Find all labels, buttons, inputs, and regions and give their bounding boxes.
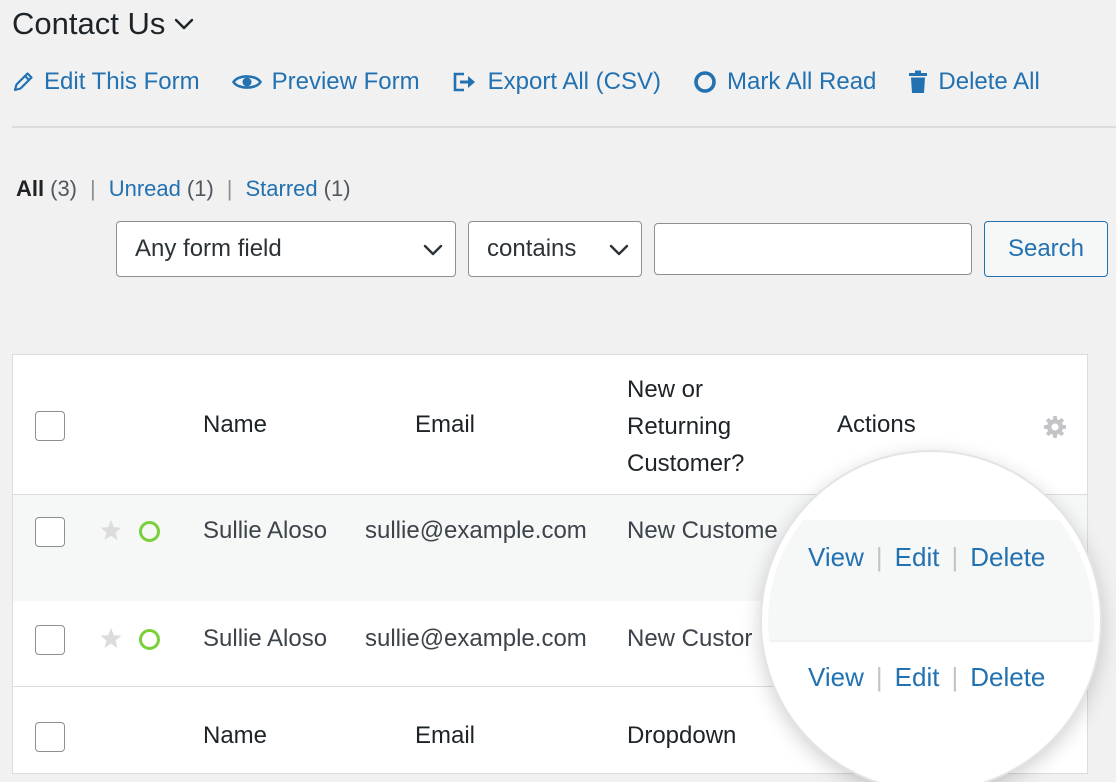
trash-icon: [908, 70, 928, 94]
pencil-icon: [12, 71, 34, 93]
filter-separator: |: [90, 176, 96, 201]
delete-entry-link[interactable]: Delete: [970, 542, 1045, 573]
header-divider: [12, 126, 1116, 128]
column-customer-line: Customer?: [627, 450, 745, 477]
edit-entry-link[interactable]: Edit: [895, 662, 940, 693]
mark-all-read-link[interactable]: Mark All Read: [693, 68, 876, 96]
filter-separator: |: [226, 176, 233, 201]
column-email[interactable]: Email: [415, 722, 475, 750]
search-button[interactable]: Search: [984, 221, 1108, 277]
unread-status-icon[interactable]: [139, 629, 160, 650]
operator-select-value: contains: [487, 235, 577, 262]
row-actions: View | Edit | Delete: [808, 662, 1045, 693]
select-all-checkbox[interactable]: [35, 722, 65, 752]
view-entry-link[interactable]: View: [808, 542, 864, 573]
view-entry-link[interactable]: View: [808, 662, 864, 693]
page-title: Contact Us: [12, 6, 166, 41]
export-csv-link[interactable]: Export All (CSV): [452, 68, 661, 96]
circle-icon: [693, 70, 717, 94]
field-select[interactable]: Any form field: [116, 221, 456, 277]
select-all-checkbox[interactable]: [35, 411, 65, 441]
entry-email: sullie@example.com: [365, 517, 587, 544]
gear-icon[interactable]: [1043, 415, 1067, 446]
actions-magnifier: View | Edit | Delete View | Edit | Delet…: [762, 452, 1100, 782]
entry-name: Sullie Aloso: [203, 517, 328, 544]
row-checkbox[interactable]: [35, 517, 65, 547]
filter-unread[interactable]: Unread: [109, 176, 181, 202]
entries-toolbar: Edit This Form Preview Form Export All (…: [12, 62, 1072, 102]
delete-entry-link[interactable]: Delete: [970, 662, 1045, 693]
magnified-row-divider: [768, 640, 1094, 642]
column-name[interactable]: Name: [203, 722, 267, 750]
magnified-row-background: [768, 520, 1094, 640]
edit-form-label: Edit This Form: [44, 68, 200, 95]
eye-icon: [231, 72, 262, 92]
action-separator: |: [875, 542, 883, 572]
filter-all-count: (3): [50, 176, 78, 201]
filter-unread-count: (1): [186, 176, 214, 201]
delete-all-label: Delete All: [938, 68, 1040, 95]
filter-starred-count: (1): [323, 176, 351, 201]
action-separator: |: [951, 662, 959, 692]
unread-status-icon[interactable]: [139, 521, 160, 542]
column-dropdown[interactable]: Dropdown: [627, 722, 736, 750]
column-actions: Actions: [837, 411, 916, 438]
operator-select[interactable]: contains: [468, 221, 642, 277]
entries-search-bar: Any form field contains Search: [116, 221, 1108, 277]
star-icon[interactable]: [99, 627, 123, 657]
column-customer-line: Returning: [627, 413, 732, 440]
filter-all[interactable]: All: [16, 176, 44, 202]
edit-form-link[interactable]: Edit This Form: [12, 68, 200, 96]
edit-entry-link[interactable]: Edit: [895, 542, 940, 573]
form-title-dropdown[interactable]: Contact Us: [12, 4, 195, 44]
column-email[interactable]: Email: [415, 411, 475, 439]
export-icon: [452, 71, 478, 93]
mark-all-read-label: Mark All Read: [727, 68, 877, 95]
chevron-down-icon: [423, 235, 443, 263]
status-filters: All (3) | Unread (1) | Starred (1): [16, 172, 351, 206]
preview-form-link[interactable]: Preview Form: [231, 68, 420, 96]
column-name[interactable]: Name: [203, 411, 267, 439]
export-csv-label: Export All (CSV): [487, 68, 662, 95]
field-select-value: Any form field: [135, 235, 282, 262]
entry-name: Sullie Aloso: [203, 625, 328, 652]
entry-email: sullie@example.com: [365, 625, 587, 652]
entry-customer-type: New Custome: [627, 517, 778, 544]
preview-form-label: Preview Form: [271, 68, 420, 95]
chevron-down-icon: [609, 235, 629, 263]
entry-customer-type: New Custor: [627, 625, 753, 652]
column-customer-line: New or: [627, 376, 704, 403]
row-checkbox[interactable]: [35, 625, 65, 655]
action-separator: |: [875, 662, 883, 692]
delete-all-link[interactable]: Delete All: [908, 68, 1040, 96]
action-separator: |: [951, 542, 959, 572]
filter-starred[interactable]: Starred: [246, 176, 318, 202]
star-icon[interactable]: [99, 519, 123, 549]
chevron-down-icon: [173, 13, 195, 35]
search-input[interactable]: [654, 223, 972, 275]
row-actions: View | Edit | Delete: [808, 542, 1045, 573]
column-customer[interactable]: New or Returning Customer?: [627, 371, 744, 482]
